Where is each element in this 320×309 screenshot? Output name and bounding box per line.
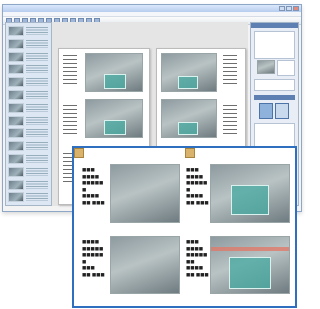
panel-header [251,23,298,28]
thumbnail-photo [8,141,24,152]
zoomed-page-callout: ■■■ ■■■■ ■■■■■ ■ ■■■■ ■■ ■■■ ■■■ ■■■■ ■■… [72,146,297,308]
preview-detail[interactable] [277,60,295,76]
thumbnail-item[interactable] [7,127,50,139]
photo-caption: ■■■■ ■■■■■ ■■■■■ ■ ■■■ ■■ ■■■ [82,240,105,278]
site-photo[interactable] [210,164,290,223]
sign-board [229,257,271,289]
thumbnail-photo [8,166,24,177]
thumbnail-caption [26,180,48,189]
title-bar [3,5,301,12]
photo-caption: ■■■ ■■■■ ■■■■■ ■ ■■■■ ■■ ■■■ [186,168,209,206]
thumbnail-caption [26,129,48,138]
sign-board [231,185,269,215]
thumbnail-item[interactable] [7,51,50,63]
photo-caption [223,105,237,135]
layout-option-icon[interactable] [275,103,289,119]
thumbnail-item[interactable] [7,38,50,50]
thumbnail-caption [26,39,48,48]
minimize-icon[interactable] [279,6,285,11]
thumbnail-photo [8,179,24,190]
marker-square-icon [74,148,84,158]
thumbnail-caption [26,103,48,112]
thumbnail-item[interactable] [7,89,50,101]
thumbnail-caption [26,116,48,125]
site-photo[interactable] [85,99,143,138]
layout-option-icon[interactable] [259,103,273,119]
thumbnail-item[interactable] [7,102,50,114]
sign-board [104,120,126,135]
thumbnail-photo [8,102,24,113]
thumbnail-item[interactable] [7,166,50,178]
thumbnail-photo [8,38,24,49]
thumbnail-photo [8,128,24,139]
photo-caption [223,55,237,85]
sign-board [104,74,126,89]
thumbnail-item[interactable] [7,179,50,191]
close-icon[interactable] [293,6,299,11]
thumbnail-item[interactable] [7,115,50,127]
thumbnail-photo [8,51,24,62]
thumbnail-item[interactable] [7,76,50,88]
thumbnail-photo [8,64,24,75]
panel-options-box[interactable] [254,31,295,59]
thumbnail-photo [8,26,24,36]
thumbnail-caption [26,78,48,87]
thumbnail-photo [8,77,24,88]
thumbnail-item[interactable] [7,140,50,152]
thumbnail-item[interactable] [7,25,50,37]
thumbnail-caption [26,167,48,176]
photo-caption: ■■■ ■■■■ ■■■■■ ■ ■■■■ ■■ ■■■ [82,168,105,206]
highlight-stripe [211,247,289,251]
thumbnail-photo [8,115,24,126]
site-photo[interactable] [110,236,180,294]
thumbnail-caption [26,52,48,61]
photo-thumbnail-list[interactable] [5,22,52,206]
photo-caption [63,55,77,85]
thumbnail-photo [8,154,24,164]
thumbnail-item[interactable] [7,191,50,203]
marker-square-icon [185,148,195,158]
site-photo[interactable] [85,53,143,92]
photo-caption [63,105,77,135]
thumbnail-item[interactable] [7,153,50,165]
thumbnail-photo [8,90,24,100]
thumbnail-photo [8,192,24,203]
panel-settings-box[interactable] [254,79,295,91]
site-photo[interactable] [161,53,217,92]
sign-board [178,122,198,135]
thumbnail-item[interactable] [7,63,50,75]
sign-board [178,76,198,89]
photo-caption: ■■■ ■■■■ ■■■■■ ■■ ■■■■ ■■ ■■■ [186,240,209,278]
thumbnail-caption [26,91,48,99]
thumbnail-caption [26,193,48,202]
thumbnail-caption [26,27,48,35]
thumbnail-caption [26,155,48,163]
window-controls [279,6,299,11]
thumbnail-caption [26,142,48,151]
site-photo[interactable] [161,99,217,138]
site-photo[interactable] [110,164,180,223]
maximize-icon[interactable] [286,6,292,11]
panel-header [254,95,295,100]
preview-photo[interactable] [257,60,275,74]
site-photo[interactable] [210,236,290,294]
thumbnail-caption [26,65,48,74]
